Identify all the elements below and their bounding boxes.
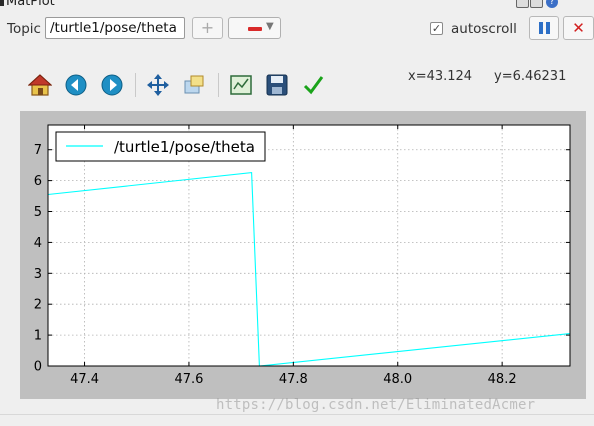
home-button[interactable] bbox=[25, 70, 55, 100]
clear-button[interactable]: ✕ bbox=[563, 16, 594, 40]
minus-icon bbox=[248, 27, 262, 31]
pause-icon-bar bbox=[546, 22, 550, 34]
x-coordinate-readout: x=43.124 bbox=[408, 69, 473, 84]
x-tick-label: 47.4 bbox=[70, 372, 99, 387]
subplots-icon bbox=[230, 75, 252, 95]
back-button[interactable] bbox=[61, 70, 91, 100]
save-button[interactable] bbox=[262, 70, 292, 100]
edit-axis-icon bbox=[303, 76, 324, 95]
title-bar: MatPlot ? bbox=[0, 0, 594, 10]
edit-axis-button[interactable] bbox=[298, 70, 328, 100]
forward-button[interactable] bbox=[97, 70, 127, 100]
pan-icon bbox=[147, 74, 169, 96]
y-tick-label: 2 bbox=[34, 298, 42, 313]
forward-icon bbox=[101, 74, 123, 96]
autoscroll-label: autoscroll bbox=[451, 21, 517, 37]
autoscroll-checkbox[interactable]: ✓ bbox=[430, 22, 443, 35]
help-icon[interactable]: ? bbox=[546, 0, 558, 8]
pause-icon bbox=[539, 22, 543, 34]
plot-canvas[interactable]: 0 1 2 3 4 5 6 7 47.4 47.6 47.8 48.0 48.2 /turtle1/po… bbox=[20, 111, 586, 399]
topic-bar: Topic + ▼ ✓ autoscroll ✕ bbox=[0, 14, 594, 46]
subplots-button[interactable] bbox=[226, 70, 256, 100]
topic-label: Topic bbox=[7, 21, 41, 37]
y-tick-label: 0 bbox=[34, 360, 42, 375]
toolbar-separator bbox=[135, 73, 136, 97]
save-icon bbox=[266, 74, 288, 96]
watermark: https://blog.csdn.net/EliminatedAcmer bbox=[216, 397, 536, 413]
y-tick-label: 5 bbox=[34, 205, 42, 220]
zoom-button[interactable] bbox=[179, 70, 209, 100]
back-icon bbox=[65, 74, 87, 96]
y-tick-label: 4 bbox=[34, 236, 42, 251]
x-tick-label: 48.0 bbox=[383, 372, 412, 387]
toolbar-separator bbox=[218, 73, 219, 97]
window-title: MatPlot bbox=[6, 0, 55, 9]
line-chart: 0 1 2 3 4 5 6 7 47.4 47.6 47.8 48.0 48.2 /turtle1/po… bbox=[34, 124, 571, 387]
dock-icon[interactable] bbox=[516, 0, 529, 8]
legend-label: /turtle1/pose/theta bbox=[114, 138, 255, 156]
x-tick-label: 48.2 bbox=[488, 372, 517, 387]
y-tick-label: 7 bbox=[34, 143, 42, 158]
y-tick-label: 6 bbox=[34, 174, 42, 189]
y-tick-label: 3 bbox=[34, 267, 42, 282]
status-divider bbox=[0, 414, 594, 415]
navigation-toolbar: x=43.124 y=6.46231 bbox=[0, 68, 594, 104]
y-tick-label: 1 bbox=[34, 329, 42, 344]
legend: /turtle1/pose/theta bbox=[55, 131, 266, 162]
remove-topic-button[interactable]: ▼ bbox=[228, 17, 281, 39]
app-icon bbox=[0, 0, 4, 6]
pause-button[interactable] bbox=[529, 16, 559, 40]
home-icon bbox=[28, 74, 52, 96]
x-tick-label: 47.6 bbox=[174, 372, 203, 387]
add-topic-button[interactable]: + bbox=[192, 17, 223, 39]
pan-button[interactable] bbox=[143, 70, 173, 100]
topic-input[interactable] bbox=[45, 17, 185, 39]
chevron-down-icon: ▼ bbox=[266, 21, 274, 32]
reload-icon[interactable] bbox=[530, 0, 543, 8]
y-coordinate-readout: y=6.46231 bbox=[494, 69, 567, 84]
zoom-icon bbox=[184, 75, 204, 94]
x-tick-label: 47.8 bbox=[279, 372, 308, 387]
